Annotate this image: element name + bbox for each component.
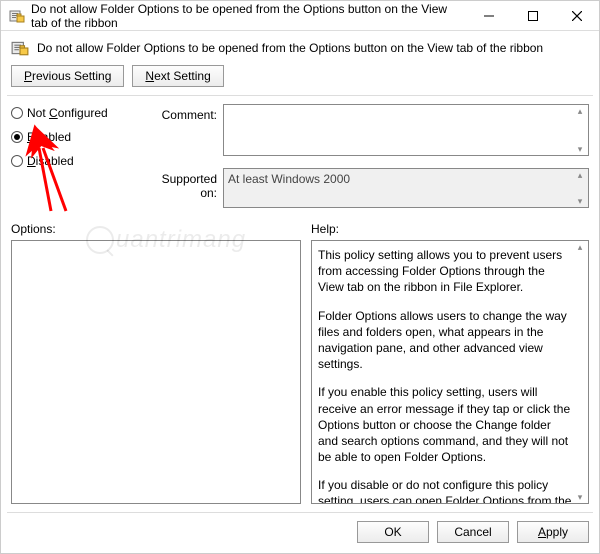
apply-button[interactable]: Apply [517,521,589,543]
header-row: Do not allow Folder Options to be opened… [1,31,599,61]
close-button[interactable] [555,1,599,31]
cancel-button[interactable]: Cancel [437,521,509,543]
comment-textbox[interactable]: ▴▾ [223,104,589,156]
policy-icon [11,39,29,57]
window-title: Do not allow Folder Options to be opened… [31,2,467,30]
help-paragraph: This policy setting allows you to preven… [318,247,572,296]
dialog-window: Do not allow Folder Options to be opened… [0,0,600,554]
ok-button[interactable]: OK [357,521,429,543]
radio-icon [11,155,23,167]
dialog-footer: OK Cancel Apply [1,513,599,553]
comment-label: Comment: [147,104,217,156]
policy-icon [9,8,25,24]
help-paragraph: If you enable this policy setting, users… [318,384,572,465]
config-grid: Not Configured Enabled Disabled Comment:… [11,104,589,208]
dialog-body: uantrimang Not Configured Enabled Disabl… [1,96,599,512]
maximize-button[interactable] [511,1,555,31]
options-panel [11,240,301,504]
radio-label: Not Configured [27,106,108,120]
supported-on-value: At least Windows 2000 [228,172,350,186]
options-label: Options: [11,222,301,236]
help-panel: This policy setting allows you to preven… [311,240,589,504]
help-paragraph: If you disable or do not configure this … [318,477,572,504]
previous-setting-button[interactable]: Previous Setting [11,65,124,87]
policy-name: Do not allow Folder Options to be opened… [37,41,543,55]
nav-buttons: Previous Setting Next Setting [1,61,599,95]
radio-icon [11,107,23,119]
radio-enabled[interactable]: Enabled [11,130,141,144]
state-radio-group: Not Configured Enabled Disabled [11,104,141,208]
titlebar: Do not allow Folder Options to be opened… [1,1,599,31]
radio-not-configured[interactable]: Not Configured [11,106,141,120]
next-setting-button[interactable]: Next Setting [132,65,223,87]
help-label: Help: [311,222,589,236]
help-paragraph: Folder Options allows users to change th… [318,308,572,373]
supported-on-box: At least Windows 2000 ▴▾ [223,168,589,208]
radio-label: Disabled [27,154,74,168]
minimize-button[interactable] [467,1,511,31]
radio-disabled[interactable]: Disabled [11,154,141,168]
radio-icon [11,131,23,143]
lower-panels: Options: Help: This policy setting allow… [11,222,589,504]
supported-on-label: Supported on: [147,168,217,208]
radio-label: Enabled [27,130,71,144]
